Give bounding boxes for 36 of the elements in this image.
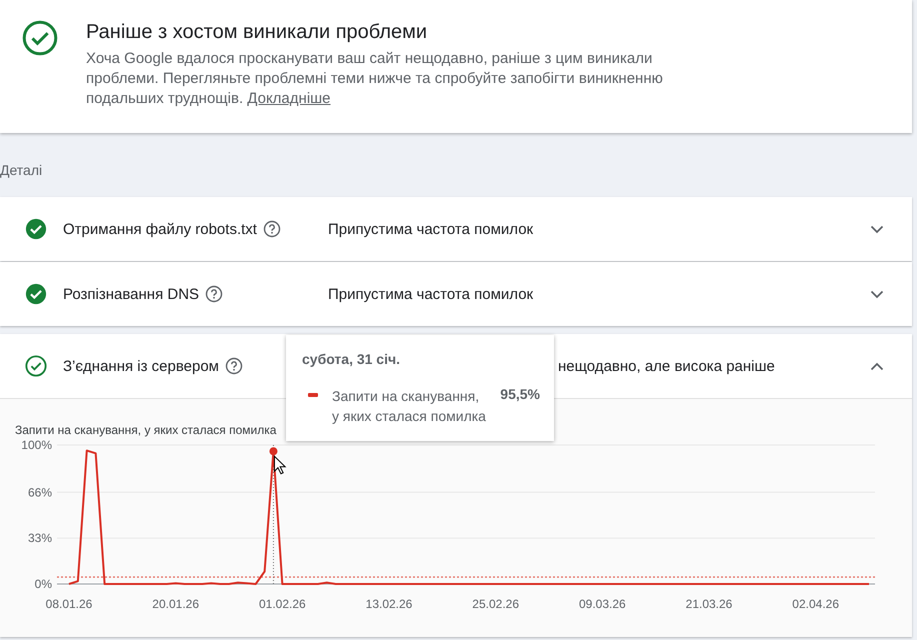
check-label: Отримання файлу robots.txt [63, 220, 257, 238]
hover-point [269, 447, 278, 456]
chart-title: Запити на сканування, у яких сталася помилка [15, 423, 276, 437]
check-label: Розпізнавання DNS [63, 286, 200, 302]
chevron-down-icon[interactable] [870, 224, 884, 234]
y-axis-label: 100% [21, 438, 52, 452]
legend-swatch [308, 393, 318, 397]
help-icon[interactable] [224, 357, 243, 375]
x-axis-label: 09.03.26 [578, 597, 626, 611]
x-axis-label: 02.04.26 [792, 597, 840, 611]
summary-text: Хоча Google вдалося просканувати ваш сайт нещодавно, раніше з цим виникали проблеми. Перегляньте проблемні теми нижче та спробуйте запобігти виникненню подальших труднощів. Докладніше [86, 49, 664, 109]
x-axis-label: 21.03.26 [686, 597, 732, 611]
help-icon[interactable] [205, 285, 224, 303]
x-axis-label: 20.01.26 [152, 597, 200, 611]
summary-title: Раніше з хостом виникали проблеми [86, 20, 428, 44]
tooltip-series: Запити на сканування, у яких сталася помилка [332, 387, 486, 426]
learn-more-link[interactable]: Докладніше [247, 90, 331, 107]
chevron-up-icon[interactable] [870, 362, 884, 370]
cursor-icon [274, 455, 286, 474]
y-axis-label: 0% [34, 577, 52, 591]
x-axis-label: 08.01.26 [46, 597, 92, 611]
y-axis-label: 66% [28, 485, 52, 500]
tooltip-title: субота, 31 січ. [302, 351, 401, 367]
section-label: Деталі [0, 161, 44, 180]
check-status: Припустима частота помилок [328, 286, 534, 302]
chevron-down-icon[interactable] [870, 290, 884, 298]
x-axis-label: 01.02.26 [258, 597, 306, 611]
check-label: З’єднання із сервером [63, 358, 219, 374]
check-status: Припустима частота помилок [328, 220, 534, 238]
check-status: нещодавно, але висока раніше [558, 358, 775, 374]
tooltip-value: 95,5% [500, 386, 540, 402]
y-axis-label: 33% [28, 531, 52, 546]
x-axis-label: 25.02.26 [472, 597, 520, 611]
check-circle-icon [22, 20, 58, 56]
help-icon[interactable] [262, 220, 281, 238]
x-axis-label: 13.02.26 [366, 597, 412, 611]
